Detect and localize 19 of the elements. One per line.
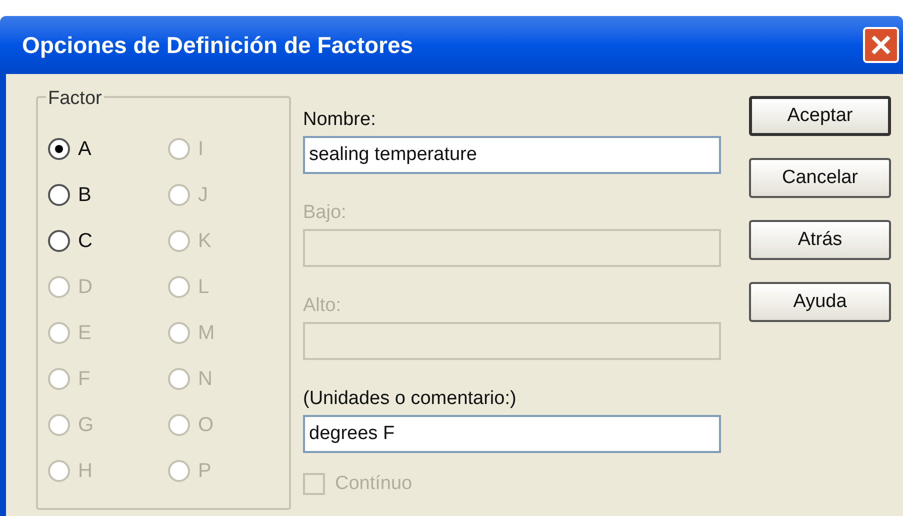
dialog-button[interactable]: Ayuda <box>749 282 891 322</box>
window-title: Opciones de Definición de Factores <box>22 30 414 60</box>
close-button[interactable] <box>863 27 899 63</box>
field-label: Alto: <box>303 294 342 318</box>
radio-option[interactable]: C <box>48 228 158 253</box>
radio-option[interactable]: B <box>48 182 158 207</box>
text-field[interactable]: degrees F <box>303 415 721 453</box>
radio-option[interactable]: A <box>48 136 158 161</box>
field-label: (Unidades o comentario:) <box>303 386 518 410</box>
field-label: Bajo: <box>303 200 348 224</box>
dialog-button[interactable]: Aceptar <box>749 96 891 136</box>
dialog-button[interactable]: Atrás <box>749 220 891 260</box>
text-field[interactable]: sealing temperature <box>303 136 721 174</box>
dialog-button[interactable]: Cancelar <box>749 158 891 198</box>
radio-button[interactable] <box>48 230 70 252</box>
field-label: Nombre: <box>303 108 377 132</box>
close-icon <box>870 34 892 56</box>
radio-button[interactable] <box>48 184 70 206</box>
radio-button[interactable] <box>48 138 70 160</box>
